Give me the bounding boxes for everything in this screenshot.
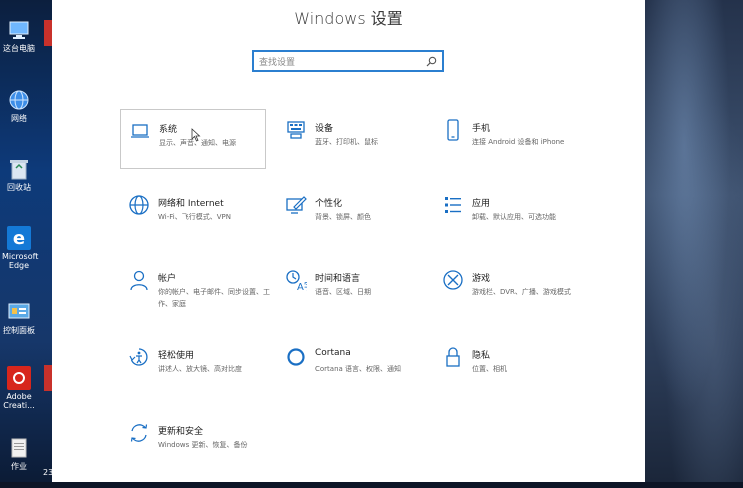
tile-name: 个性化 bbox=[315, 199, 343, 209]
tile-desc: Wi-Fi、飞行模式、VPN bbox=[158, 213, 231, 221]
tile-desc: 显示、声音、通知、电源 bbox=[159, 139, 236, 147]
person-icon bbox=[128, 269, 150, 291]
time-language-icon: A字 bbox=[285, 269, 307, 291]
update-icon bbox=[128, 422, 150, 444]
tile-update-security[interactable]: 更新和安全 Windows 更新、恢复、备份 bbox=[120, 412, 266, 472]
desktop-icon-adobe[interactable]: Adobe Creati... bbox=[2, 366, 36, 410]
desktop-icon-folder[interactable]: 作业 bbox=[2, 436, 36, 471]
desktop-left-strip: 这台电脑 网络 回收站 e Microsoft Edge 控制面板 Adobe … bbox=[0, 0, 53, 488]
network-icon bbox=[7, 88, 31, 112]
desktop-wallpaper-right bbox=[645, 0, 743, 488]
tile-time-language[interactable]: A字 时间和语言 语音、区域、日期 bbox=[277, 259, 423, 319]
tile-name: 网络和 Internet bbox=[158, 199, 224, 209]
lock-icon bbox=[442, 346, 464, 368]
adobe-icon bbox=[7, 366, 31, 390]
tile-name: 应用 bbox=[472, 199, 491, 209]
keyboard-icon bbox=[285, 119, 307, 141]
control-panel-icon bbox=[7, 300, 31, 324]
recycle-bin-icon bbox=[7, 157, 31, 181]
tile-privacy[interactable]: 隐私 位置、相机 bbox=[434, 336, 580, 396]
desktop-icon-recycle-bin[interactable]: 回收站 bbox=[2, 157, 36, 192]
tile-desc: 游戏栏、DVR、广播、游戏模式 bbox=[472, 288, 571, 296]
computer-icon bbox=[7, 18, 31, 42]
folder-icon bbox=[7, 436, 31, 460]
tile-name: 游戏 bbox=[472, 274, 491, 284]
tile-gaming[interactable]: 游戏 游戏栏、DVR、广播、游戏模式 bbox=[434, 259, 580, 319]
tile-desc: 你的帐户、电子邮件、同步设置、工作、家庭 bbox=[158, 288, 270, 308]
apps-list-icon bbox=[442, 194, 464, 216]
cortana-icon bbox=[285, 346, 307, 368]
desktop-peek-icon bbox=[44, 365, 52, 391]
laptop-icon bbox=[129, 120, 151, 142]
desktop-icon-edge[interactable]: e Microsoft Edge bbox=[2, 226, 38, 270]
tile-personalization[interactable]: 个性化 背景、锁屏、颜色 bbox=[277, 184, 423, 244]
settings-window: Windows 设置 查找设置 系统 显示、声音、通知、电源 设备 蓝牙、打印机… bbox=[52, 0, 645, 482]
tile-cortana[interactable]: Cortana Cortana 语言、权限、通知 bbox=[277, 336, 423, 396]
tile-desc: 卸载、默认应用、可选功能 bbox=[472, 213, 556, 221]
tile-name: 系统 bbox=[159, 125, 178, 135]
edge-icon: e bbox=[7, 226, 31, 250]
desktop-icon-computer[interactable]: 这台电脑 bbox=[2, 18, 36, 53]
taskbar-edge bbox=[0, 482, 743, 488]
tile-desc: 连接 Android 设备和 iPhone bbox=[472, 138, 565, 146]
pen-screen-icon bbox=[285, 194, 307, 216]
tile-desc: 背景、锁屏、颜色 bbox=[315, 213, 371, 221]
tile-phone[interactable]: 手机 连接 Android 设备和 iPhone bbox=[434, 109, 580, 169]
desktop-peek-icon bbox=[44, 20, 52, 46]
tile-desc: 语音、区域、日期 bbox=[315, 288, 371, 296]
tile-name: Cortana bbox=[315, 348, 351, 358]
desktop-icon-network[interactable]: 网络 bbox=[2, 88, 36, 123]
ease-of-access-icon bbox=[128, 346, 150, 368]
tile-desc: Cortana 语言、权限、通知 bbox=[315, 365, 402, 373]
tile-ease-of-access[interactable]: 轻松使用 讲述人、放大镜、高对比度 bbox=[120, 336, 266, 396]
tile-name: 轻松使用 bbox=[158, 351, 195, 361]
desktop-icon-control-panel[interactable]: 控制面板 bbox=[2, 300, 36, 335]
search-input[interactable]: 查找设置 bbox=[252, 50, 444, 72]
tile-name: 时间和语言 bbox=[315, 274, 361, 284]
tile-name: 隐私 bbox=[472, 351, 491, 361]
tile-name: 设备 bbox=[315, 124, 334, 134]
phone-icon bbox=[442, 119, 464, 141]
svg-text:A字: A字 bbox=[297, 280, 307, 291]
search-icon[interactable] bbox=[424, 54, 438, 68]
tile-network[interactable]: 网络和 Internet Wi-Fi、飞行模式、VPN bbox=[120, 184, 266, 244]
tile-desc: 讲述人、放大镜、高对比度 bbox=[158, 365, 242, 373]
tile-devices[interactable]: 设备 蓝牙、打印机、鼠标 bbox=[277, 109, 423, 169]
window-title: Windows 设置 bbox=[294, 9, 403, 28]
tile-desc: 蓝牙、打印机、鼠标 bbox=[315, 138, 378, 146]
search-placeholder: 查找设置 bbox=[259, 58, 296, 68]
xbox-icon bbox=[442, 269, 464, 291]
mouse-cursor-icon bbox=[191, 128, 201, 142]
tile-name: 手机 bbox=[472, 124, 491, 134]
tile-accounts[interactable]: 帐户 你的帐户、电子邮件、同步设置、工作、家庭 bbox=[120, 259, 270, 319]
globe-icon bbox=[128, 194, 150, 216]
tile-apps[interactable]: 应用 卸载、默认应用、可选功能 bbox=[434, 184, 580, 244]
tile-desc: Windows 更新、恢复、备份 bbox=[158, 441, 248, 449]
tile-name: 更新和安全 bbox=[158, 427, 204, 437]
tile-name: 帐户 bbox=[158, 274, 177, 284]
tile-desc: 位置、相机 bbox=[472, 365, 507, 373]
